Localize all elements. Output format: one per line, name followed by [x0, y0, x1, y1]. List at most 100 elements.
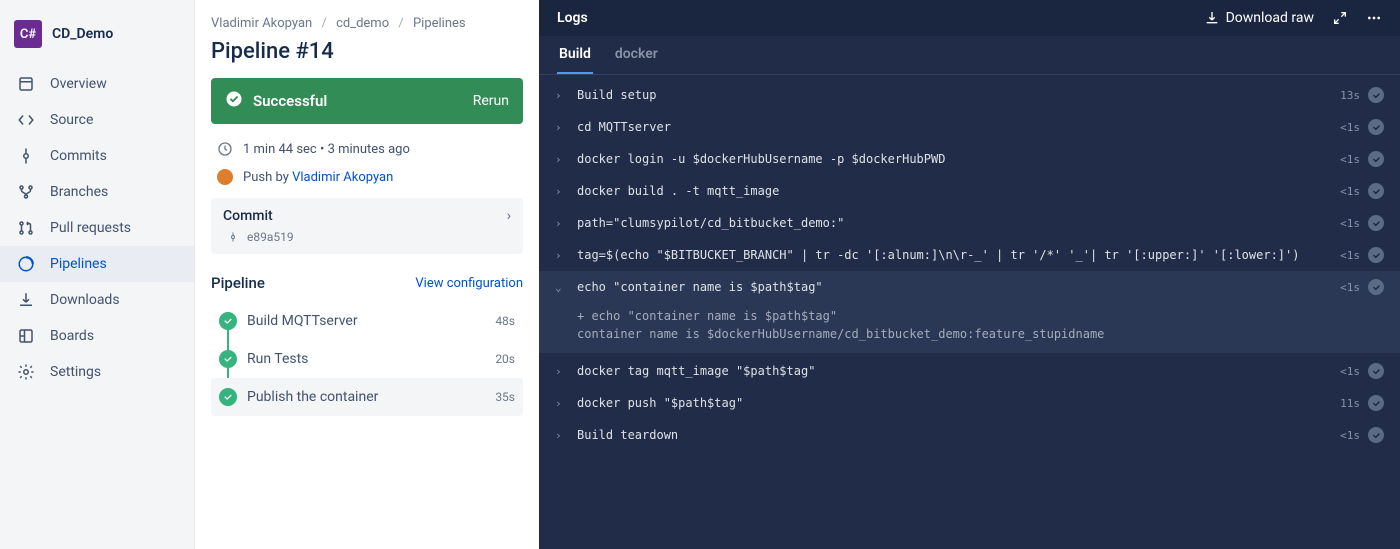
log-command: Build teardown [577, 428, 1340, 442]
logs-title: Logs [557, 10, 588, 26]
project-name: CD_Demo [52, 26, 113, 42]
downloads-icon [14, 290, 38, 310]
log-command: docker login -u $dockerHubUsername -p $d… [577, 152, 1340, 166]
log-row[interactable]: ›path="clumsypilot/cd_bitbucket_demo:"<1… [539, 207, 1400, 239]
log-row[interactable]: ⌄echo "container name is $path$tag"<1s [539, 271, 1400, 303]
log-row[interactable]: ›docker tag mqtt_image "$path$tag"<1s [539, 355, 1400, 387]
log-duration: <1s [1340, 153, 1360, 166]
log-command: docker push "$path$tag" [577, 396, 1340, 410]
status-label: Successful [253, 92, 327, 110]
log-row[interactable]: ›Build setup13s [539, 79, 1400, 111]
chevron-right-icon: › [555, 429, 569, 442]
status-bar: Successful Rerun [211, 78, 523, 124]
chevron-right-icon: › [555, 397, 569, 410]
pipeline-pane: Vladimir Akopyan / cd_demo / Pipelines P… [195, 0, 539, 549]
log-row[interactable]: › Build teardown<1s [539, 419, 1400, 451]
push-line: Push by Vladimir Akopyan [211, 166, 523, 188]
logs-body[interactable]: ›Build setup13s›cd MQTTserver<1s›docker … [539, 75, 1400, 549]
breadcrumb: Vladimir Akopyan / cd_demo / Pipelines [211, 16, 523, 31]
source-icon [14, 110, 38, 130]
log-command: tag=$(echo "$BITBUCKET_BRANCH" | tr -dc … [577, 248, 1340, 262]
pull-requests-icon [14, 218, 38, 238]
breadcrumb-owner[interactable]: Vladimir Akopyan [211, 16, 312, 31]
success-icon [1368, 119, 1384, 135]
sidebar-item-label: Settings [50, 364, 101, 380]
sidebar-item-source[interactable]: Source [0, 102, 194, 138]
sidebar-item-pipelines[interactable]: Pipelines [0, 246, 194, 282]
sidebar-item-downloads[interactable]: Downloads [0, 282, 194, 318]
success-icon [225, 90, 243, 112]
sidebar-item-label: Downloads [50, 292, 120, 308]
success-icon [1368, 363, 1384, 379]
pipeline-step[interactable]: Build MQTTserver48s [211, 302, 523, 340]
sidebar-item-branches[interactable]: Branches [0, 174, 194, 210]
commit-icon [227, 231, 239, 243]
log-command: path="clumsypilot/cd_bitbucket_demo:" [577, 216, 1340, 230]
pipelines-icon [14, 254, 38, 274]
log-output: + echo "container name is $path$tag" con… [539, 303, 1400, 353]
commits-icon [14, 146, 38, 166]
project-header[interactable]: C# CD_Demo [0, 10, 194, 66]
download-raw-button[interactable]: Download raw [1204, 10, 1314, 26]
chevron-right-icon: › [555, 185, 569, 198]
commit-hash[interactable]: e89a519 [247, 230, 294, 244]
success-icon [1368, 395, 1384, 411]
push-user-link[interactable]: Vladimir Akopyan [292, 170, 393, 185]
log-duration: <1s [1340, 121, 1360, 134]
sidebar-item-label: Source [50, 112, 93, 128]
sidebar-item-label: Pipelines [50, 256, 107, 272]
more-icon[interactable] [1366, 10, 1382, 26]
logs-panel: Logs Download raw Builddocker ›Build set… [539, 0, 1400, 549]
log-row[interactable]: ›docker build . -t mqtt_image<1s [539, 175, 1400, 207]
step-name: Run Tests [247, 351, 495, 367]
log-row[interactable]: ›docker login -u $dockerHubUsername -p $… [539, 143, 1400, 175]
log-duration: 11s [1340, 397, 1360, 410]
sidebar-item-settings[interactable]: Settings [0, 354, 194, 390]
chevron-right-icon: › [555, 121, 569, 134]
success-icon [1368, 87, 1384, 103]
chevron-right-icon: › [555, 217, 569, 230]
sidebar: C# CD_Demo Overview Source Commits Branches… [0, 0, 195, 549]
log-duration: <1s [1340, 249, 1360, 262]
logs-tab-docker[interactable]: docker [613, 36, 660, 74]
overview-icon [14, 74, 38, 94]
success-icon [1368, 183, 1384, 199]
commit-box[interactable]: Commit › e89a519 [211, 198, 523, 254]
breadcrumb-section: Pipelines [413, 16, 466, 31]
log-command: cd MQTTserver [577, 120, 1340, 134]
page-title: Pipeline #14 [211, 39, 523, 64]
expand-icon[interactable] [1332, 10, 1348, 26]
avatar [217, 169, 233, 185]
log-row[interactable]: ›tag=$(echo "$BITBUCKET_BRANCH" | tr -dc… [539, 239, 1400, 271]
log-duration: <1s [1340, 281, 1360, 294]
breadcrumb-repo[interactable]: cd_demo [336, 16, 389, 31]
success-icon [1368, 279, 1384, 295]
log-duration: 13s [1340, 89, 1360, 102]
rerun-button[interactable]: Rerun [473, 93, 509, 109]
sidebar-item-overview[interactable]: Overview [0, 66, 194, 102]
view-configuration-link[interactable]: View configuration [415, 276, 523, 291]
sidebar-item-boards[interactable]: Boards [0, 318, 194, 354]
log-row[interactable]: › docker push "$path$tag"11s [539, 387, 1400, 419]
clock-icon [217, 141, 233, 157]
chevron-right-icon: › [555, 365, 569, 378]
steps-list: Build MQTTserver48sRun Tests20sPublish t… [211, 302, 523, 416]
log-command: Build setup [577, 88, 1340, 102]
pipeline-step[interactable]: Run Tests20s [211, 340, 523, 378]
project-icon: C# [14, 20, 42, 48]
pipeline-section-title: Pipeline [211, 274, 265, 292]
sidebar-item-pull-requests[interactable]: Pull requests [0, 210, 194, 246]
sidebar-item-label: Pull requests [50, 220, 131, 236]
commit-label: Commit [223, 208, 273, 224]
boards-icon [14, 326, 38, 346]
log-duration: <1s [1340, 429, 1360, 442]
success-icon [219, 388, 237, 406]
sidebar-item-label: Branches [50, 184, 108, 200]
sidebar-item-commits[interactable]: Commits [0, 138, 194, 174]
pipeline-step[interactable]: Publish the container35s [211, 378, 523, 416]
logs-tab-build[interactable]: Build [557, 36, 593, 74]
log-row[interactable]: › cd MQTTserver<1s [539, 111, 1400, 143]
download-icon [1204, 10, 1220, 26]
success-icon [219, 350, 237, 368]
settings-icon [14, 362, 38, 382]
